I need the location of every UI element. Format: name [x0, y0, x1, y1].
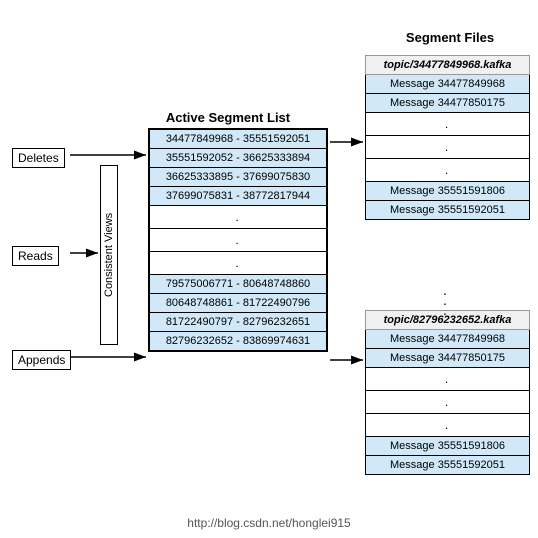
- between-files-dots: .: [443, 282, 447, 298]
- seg-file-2-title: topic/82796232652.kafka: [365, 310, 530, 330]
- segment-row: 81722490797 - 82796232651: [150, 313, 326, 332]
- seg-file-dots: .: [365, 414, 530, 437]
- label-appends: Appends: [12, 350, 71, 370]
- segment-row: 37699075831 - 38772817944: [150, 187, 326, 206]
- segment-row: 80648748861 - 81722490796: [150, 294, 326, 313]
- segment-row: 82796232652 - 83869974631: [150, 332, 326, 350]
- seg-file-row: Message 35551591806: [365, 437, 530, 456]
- segment-files-title: Segment Files: [370, 30, 530, 45]
- between-files-dots: .: [443, 292, 447, 308]
- seg-file-row: Message 35551592051: [365, 456, 530, 475]
- seg-file-dots: .: [365, 159, 530, 182]
- segment-row: 34477849968 - 35551592051: [150, 130, 326, 149]
- segment-row: 36625333895 - 37699075830: [150, 168, 326, 187]
- label-deletes: Deletes: [12, 148, 65, 168]
- seg-file-dots: .: [365, 368, 530, 391]
- segment-row-dots: .: [150, 229, 326, 252]
- active-segment-list: 34477849968 - 35551592051 35551592052 - …: [148, 128, 328, 352]
- footer: http://blog.csdn.net/honglei915: [0, 516, 538, 530]
- seg-file-row: Message 34477849968: [365, 75, 530, 94]
- seg-file-row: Message 34477849968: [365, 330, 530, 349]
- segment-row: 79575006771 - 80648748860: [150, 275, 326, 294]
- segment-row-dots: .: [150, 206, 326, 229]
- seg-file-row: Message 34477850175: [365, 94, 530, 113]
- seg-file-group-1: topic/34477849968.kafka Message 34477849…: [365, 55, 530, 220]
- seg-file-dots: .: [365, 136, 530, 159]
- label-reads: Reads: [12, 246, 59, 266]
- seg-file-1-title: topic/34477849968.kafka: [365, 55, 530, 75]
- segment-row: 35551592052 - 36625333894: [150, 149, 326, 168]
- segment-row-dots: .: [150, 252, 326, 275]
- seg-file-row: Message 34477850175: [365, 349, 530, 368]
- seg-file-dots: .: [365, 113, 530, 136]
- seg-file-row: Message 35551592051: [365, 201, 530, 220]
- active-segment-list-title: Active Segment List: [148, 110, 308, 125]
- seg-file-group-2: topic/82796232652.kafka Message 34477849…: [365, 310, 530, 475]
- seg-file-dots: .: [365, 391, 530, 414]
- diagram-container: Segment Files Active Segment List Delete…: [0, 0, 538, 538]
- consistent-views-label: Consistent Views: [100, 155, 118, 355]
- seg-file-row: Message 35551591806: [365, 182, 530, 201]
